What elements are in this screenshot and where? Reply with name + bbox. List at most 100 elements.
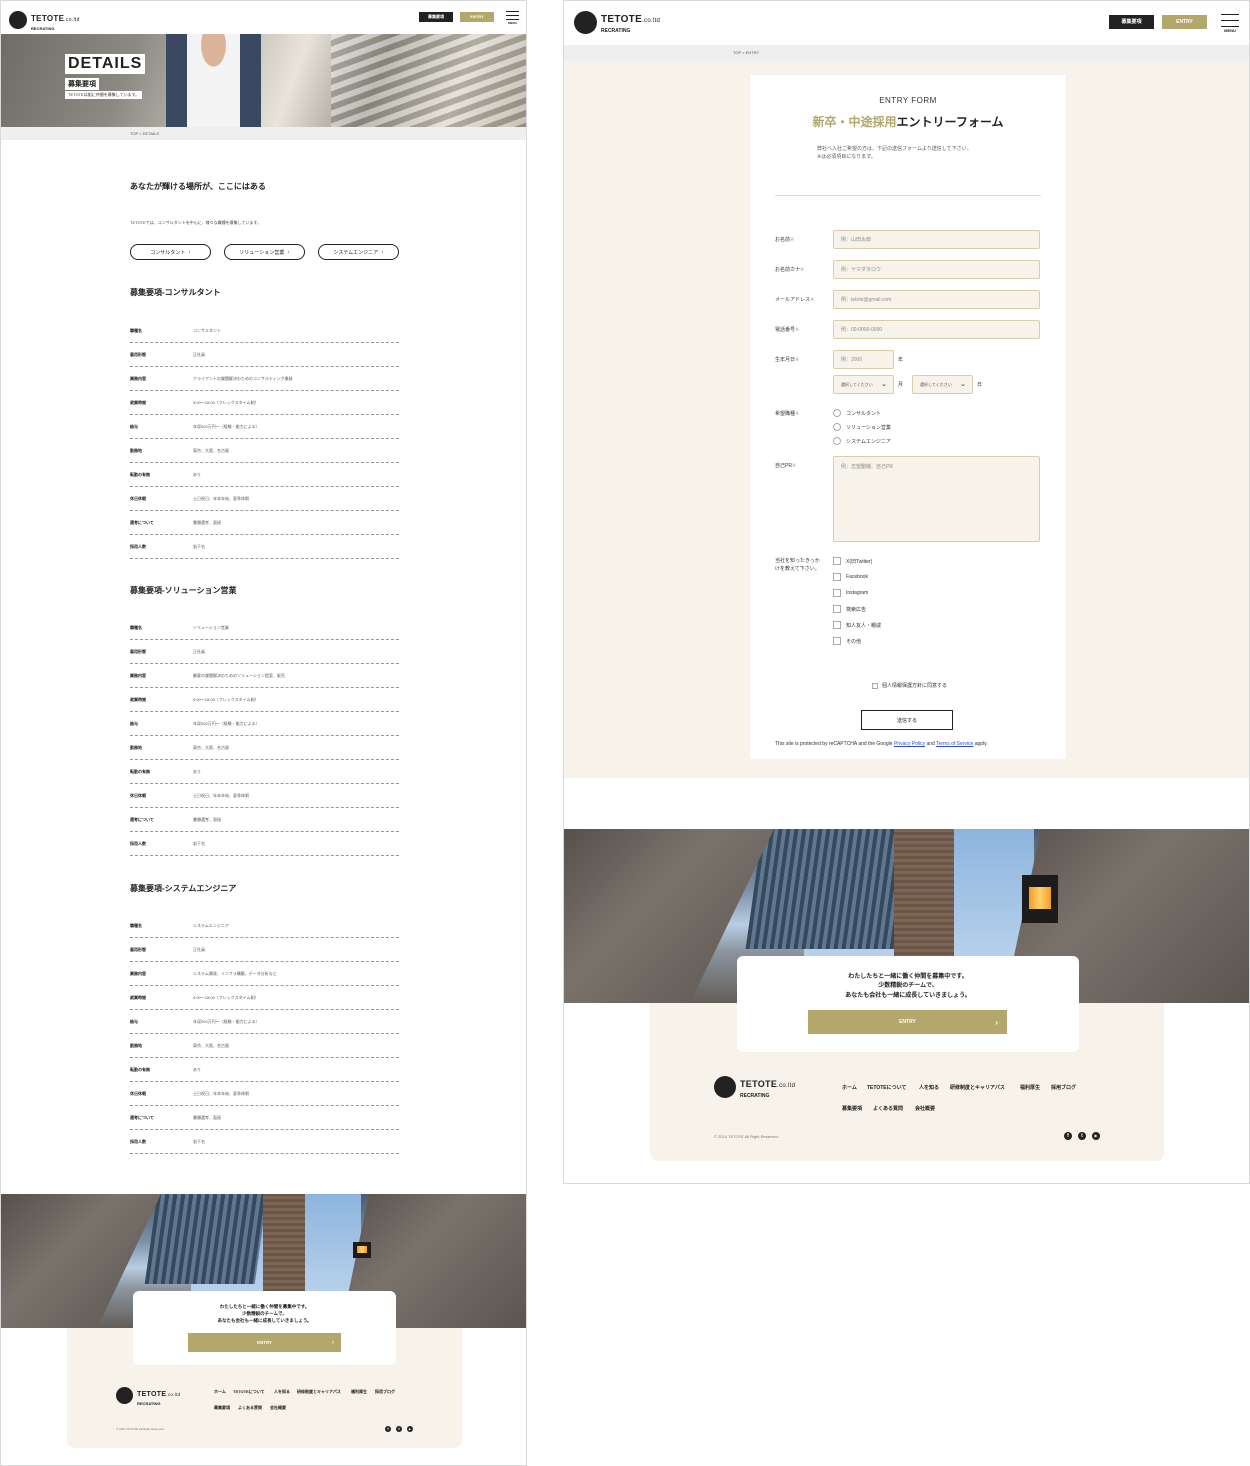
tel-input[interactable]: 例：00-0000-0000 (833, 320, 1040, 339)
checkbox[interactable] (833, 621, 841, 629)
footer-link-faq[interactable]: よくある質問 (238, 1405, 262, 1411)
site-logo[interactable]: TETOTE.co.ltd RECRATING (9, 9, 80, 31)
breadcrumb-text[interactable]: TOP > ENTRY (733, 50, 759, 55)
arrow-down-icon: ↓ (381, 249, 384, 255)
source-option[interactable]: X(旧Twitter) (833, 557, 872, 565)
radio-button[interactable] (833, 423, 841, 431)
footer-link-recruit[interactable]: 募集要項 (214, 1405, 230, 1411)
anchor-consultant-button[interactable]: コンサルタント ↓ (130, 244, 211, 260)
source-option[interactable]: 知人友人・親戚 (833, 621, 881, 629)
lead-heading: あなたが輝ける場所が、ここにはある (130, 182, 266, 191)
job-option-sales[interactable]: ソリューション営業 (833, 423, 891, 431)
section-title: 募集要項-システムエンジニア (130, 884, 237, 893)
required-mark: ※ (795, 411, 800, 417)
privacy-agree[interactable]: 個人情報保護方針に同意する (872, 682, 947, 689)
option-label: システムエンジニア (846, 438, 891, 445)
radio-button[interactable] (833, 437, 841, 445)
checkbox[interactable] (833, 557, 841, 565)
breadcrumb: TOP > DETAILS (1, 127, 526, 140)
checkbox[interactable] (833, 637, 841, 645)
name-input[interactable]: 例：山田太郎 (833, 230, 1040, 249)
footer-link-about[interactable]: TETOTEについて (233, 1389, 265, 1395)
checkbox[interactable] (833, 573, 841, 581)
cta-line: あなたも会社も一緒に成長していきましょう。 (845, 992, 971, 999)
facebook-icon[interactable]: f (385, 1426, 391, 1432)
footer-link-blog[interactable]: 採用ブログ (1051, 1084, 1076, 1091)
radio-button[interactable] (833, 409, 841, 417)
source-option[interactable]: Facebook (833, 573, 868, 581)
row-key: 採用人数 (130, 841, 146, 846)
row-value: 正社員 (193, 649, 205, 654)
entry-button[interactable]: ENTRY (1162, 15, 1207, 29)
anchor-sales-button[interactable]: ソリューション営業 ↓ (224, 244, 305, 260)
terms-link[interactable]: Terms of Service (936, 741, 973, 747)
entry-button[interactable]: ENTRY (460, 12, 494, 22)
footer-link-company[interactable]: 会社概要 (915, 1105, 935, 1112)
cta-entry-button[interactable]: ENTRY › (808, 1010, 1007, 1034)
footer-link-company[interactable]: 会社概要 (270, 1405, 286, 1411)
row-value: システムエンジニア (193, 923, 229, 928)
footer-link-people[interactable]: 人を知る (919, 1084, 939, 1091)
source-option[interactable]: 検索広告 (833, 605, 866, 613)
footer-logo[interactable]: TETOTE.co.ltd RECRATING (714, 1075, 795, 1099)
footer-link-welfare[interactable]: 福利厚生 (1020, 1084, 1040, 1091)
twitter-icon[interactable]: t (1078, 1132, 1086, 1140)
site-logo[interactable]: TETOTE.co.ltd RECRATING (574, 10, 660, 34)
recruit-button[interactable]: 募集要項 (1109, 15, 1154, 29)
chevron-right-icon: › (995, 1017, 998, 1027)
table-row: 勤務地 東京、大阪、名古屋 (130, 439, 399, 463)
checkbox[interactable] (872, 682, 878, 689)
form-eyebrow: ENTRY FORM (879, 96, 937, 105)
checkbox[interactable] (833, 589, 841, 597)
footer-link-career[interactable]: 研修制度とキャリアパス (297, 1389, 341, 1395)
row-value: 顧客の課題解決のためのソリューション提案、販売 (193, 673, 285, 678)
footer-link-welfare[interactable]: 福利厚生 (351, 1389, 367, 1395)
email-input[interactable]: 例：tetote@gmail.com (833, 290, 1040, 309)
table-row: 職種名 コンサルタント (130, 319, 399, 343)
birth-day-select[interactable]: 選択してください ⌄ (912, 375, 973, 394)
row-key: 転勤の有無 (130, 769, 150, 774)
submit-button[interactable]: 送信する (861, 710, 953, 730)
facebook-icon[interactable]: f (1064, 1132, 1072, 1140)
footer-link-about[interactable]: TETOTEについて (867, 1084, 906, 1091)
footer-link-home[interactable]: ホーム (214, 1389, 226, 1395)
brand-name: TETOTE (601, 14, 643, 25)
footer-logo[interactable]: TETOTE.co.ltd RECRATING (116, 1384, 180, 1406)
privacy-policy-link[interactable]: Privacy Policy (894, 741, 925, 747)
source-option[interactable]: その他 (833, 637, 861, 645)
row-key: 職種名 (130, 328, 142, 333)
cta-entry-button[interactable]: ENTRY › (188, 1333, 341, 1352)
footer-link-recruit[interactable]: 募集要項 (842, 1105, 862, 1112)
footer-link-people[interactable]: 人を知る (274, 1389, 290, 1395)
menu-button[interactable]: MENU (1221, 13, 1239, 33)
breadcrumb-text[interactable]: TOP > DETAILS (130, 131, 159, 136)
recruit-button[interactable]: 募集要項 (419, 12, 453, 22)
footer-link-career[interactable]: 研修制度とキャリアパス (950, 1084, 1005, 1091)
job-option-engineer[interactable]: システムエンジニア (833, 437, 891, 445)
source-option[interactable]: Instagram (833, 589, 868, 597)
youtube-icon[interactable]: ▶ (407, 1426, 413, 1432)
job-option-consultant[interactable]: コンサルタント (833, 409, 881, 417)
row-key: 業務内容 (130, 971, 146, 976)
footer-link-blog[interactable]: 採用ブログ (375, 1389, 395, 1395)
youtube-icon[interactable]: ▶ (1092, 1132, 1100, 1140)
cta-line: わたしたちと一緒に働く仲間を募集中です。 (219, 1304, 310, 1309)
menu-button[interactable]: MENU (506, 10, 519, 26)
cta-card: わたしたちと一緒に働く仲間を募集中です。 少数精鋭のチームで、 あなたも会社も一… (133, 1291, 396, 1365)
anchor-engineer-button[interactable]: システムエンジニア ↓ (318, 244, 399, 260)
pr-textarea[interactable]: 例：志望動機、自己PR (833, 456, 1040, 542)
row-key: 採用人数 (130, 1139, 146, 1144)
brand-name: TETOTE (31, 14, 65, 23)
kana-input[interactable]: 例：ヤマダタロウ (833, 260, 1040, 279)
footer-link-faq[interactable]: よくある質問 (873, 1105, 903, 1112)
select-value: 選択してください (920, 381, 952, 387)
row-value: 正社員 (193, 947, 205, 952)
birth-year-input[interactable]: 例：2000 (833, 350, 894, 369)
row-value: 年収500万円〜（経験・能力による） (193, 424, 260, 429)
section-title: 募集要項-ソリューション営業 (130, 586, 237, 595)
birth-month-select[interactable]: 選択してください ⌄ (833, 375, 894, 394)
table-row: 休日休暇 土日祝日、年末年始、夏季休暇 (130, 784, 399, 808)
checkbox[interactable] (833, 605, 841, 613)
footer-link-home[interactable]: ホーム (842, 1084, 857, 1091)
twitter-icon[interactable]: t (396, 1426, 402, 1432)
